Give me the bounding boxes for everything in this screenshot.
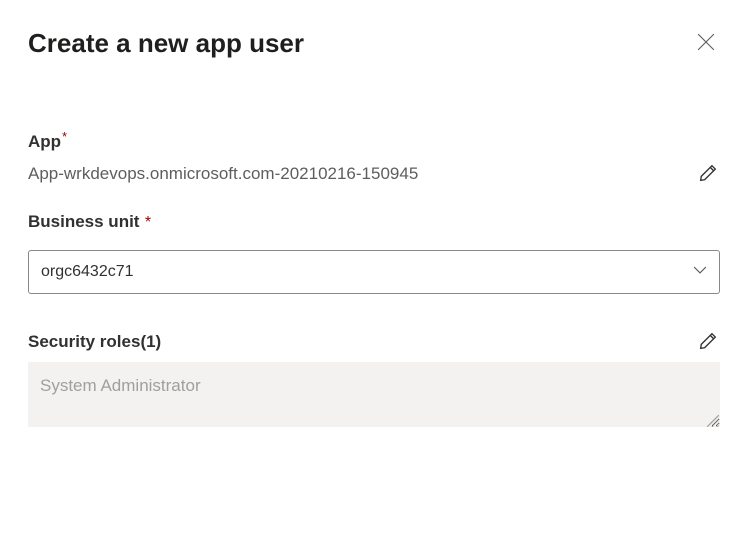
required-indicator: *	[145, 214, 151, 231]
app-value: App-wrkdevops.onmicrosoft.com-20210216-1…	[28, 164, 418, 184]
security-roles-box[interactable]: System Administrator	[28, 362, 720, 427]
business-unit-dropdown[interactable]: orgc6432c71	[28, 250, 720, 294]
security-roles-label: Security roles(1)	[28, 332, 161, 352]
close-icon	[697, 33, 715, 54]
page-title: Create a new app user	[28, 28, 304, 59]
resize-handle-icon	[707, 414, 719, 426]
pencil-icon	[699, 164, 717, 185]
chevron-down-icon	[693, 263, 707, 282]
close-button[interactable]	[692, 30, 720, 58]
business-unit-selected: orgc6432c71	[41, 263, 134, 281]
edit-app-button[interactable]	[696, 162, 720, 186]
role-item: System Administrator	[40, 376, 708, 396]
required-indicator: *	[62, 129, 67, 144]
pencil-icon	[699, 332, 717, 353]
edit-security-roles-button[interactable]	[696, 330, 720, 354]
business-unit-label: Business unit	[28, 212, 139, 232]
app-label: App	[28, 132, 61, 152]
